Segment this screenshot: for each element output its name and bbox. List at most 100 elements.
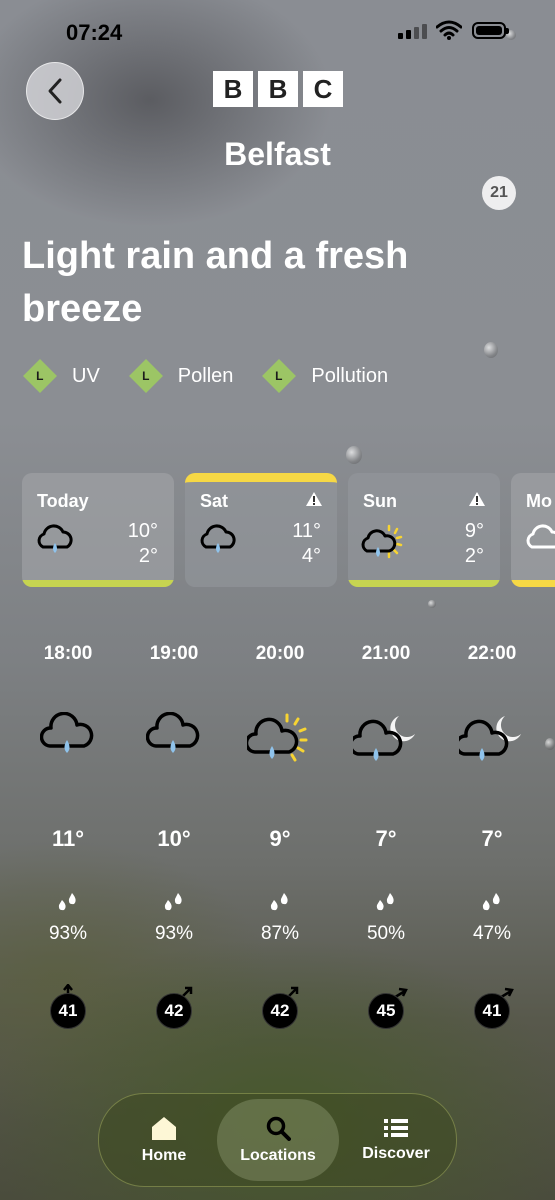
level-bar [511, 580, 555, 587]
wind-speed-badge: 45 [368, 987, 408, 1029]
cloud-icon [524, 523, 555, 562]
logo-letter: C [303, 71, 343, 107]
hour-temp: 7° [481, 826, 503, 851]
raindrops-icon [162, 892, 186, 919]
rain-chance: 93% [48, 923, 88, 944]
search-icon [266, 1116, 291, 1141]
raindrops-icon [374, 892, 398, 919]
bottom-navigation: Home Locations Discover [98, 1093, 457, 1187]
day-high-temp: 11° [292, 520, 321, 542]
level-diamond-icon: L [262, 359, 297, 393]
light-rain-cloud-icon [134, 712, 214, 768]
hour-column[interactable]: 22:00 7° 47% 41 [439, 640, 545, 1029]
level-label: UV [72, 364, 100, 387]
light-rain-cloud-icon [198, 523, 238, 562]
notification-badge: 21 [482, 176, 516, 210]
night-light-rain-icon [452, 712, 532, 768]
wind-speed-badge: 42 [156, 986, 193, 1029]
nav-home[interactable]: Home [121, 1099, 207, 1181]
nav-label: Discover [362, 1145, 430, 1162]
uv-level-bar [348, 580, 500, 587]
uv-level[interactable]: L UV [22, 359, 100, 393]
home-icon [152, 1117, 176, 1140]
nav-locations[interactable]: Locations [217, 1099, 339, 1181]
night-light-rain-icon [346, 712, 426, 768]
daily-forecast-strip[interactable]: Today 10° 2° Sat 11° 4° Sun 9° 2° Mo [22, 473, 555, 587]
level-letter: L [36, 369, 44, 383]
raindrop-decoration [346, 446, 362, 464]
hour-temp: 11° [51, 826, 85, 851]
hour-column[interactable]: 18:00 11° 93% 41 [15, 640, 121, 1029]
wind-speed: 41 [50, 993, 86, 1029]
weather-summary: Light rain and a fresh breeze [22, 235, 409, 330]
day-label: Mo [526, 491, 552, 511]
warning-icon [305, 491, 323, 512]
list-icon [384, 1119, 408, 1137]
back-button[interactable] [26, 62, 84, 120]
day-card-sat[interactable]: Sat 11° 4° [185, 473, 337, 587]
nav-discover[interactable]: Discover [351, 1099, 441, 1181]
day-card-mon[interactable]: Mo [511, 473, 555, 587]
hour-temp: 10° [157, 826, 191, 851]
wifi-icon [435, 20, 463, 45]
bbc-logo: B B C [213, 71, 343, 107]
light-rain-cloud-icon [35, 523, 75, 562]
day-label: Sun [363, 491, 397, 511]
level-letter: L [142, 369, 150, 383]
hour-time: 19:00 [149, 643, 199, 664]
raindrops-icon [268, 892, 292, 919]
wind-speed-badge: 42 [262, 986, 299, 1029]
level-label: Pollution [311, 364, 389, 387]
status-time: 07:24 [66, 20, 123, 45]
day-high-temp: 9° [464, 520, 484, 542]
chevron-left-icon [48, 78, 62, 104]
level-diamond-icon: L [128, 359, 163, 393]
wind-speed: 41 [474, 993, 510, 1029]
sunny-intervals-light-rain-icon [361, 523, 405, 568]
rain-chance: 93% [154, 923, 194, 944]
day-card-today[interactable]: Today 10° 2° [22, 473, 174, 587]
day-low-temp: 2° [138, 545, 158, 567]
rain-chance: 50% [366, 923, 406, 944]
day-label: Sat [200, 491, 229, 511]
pollen-level[interactable]: L Pollen [128, 359, 234, 393]
wind-speed: 42 [156, 993, 192, 1029]
day-high-temp: 10° [127, 520, 158, 542]
day-low-temp: 4° [301, 545, 321, 567]
raindrop-decoration [428, 600, 436, 608]
hour-temp: 7° [375, 826, 397, 851]
battery-icon [472, 22, 509, 39]
level-letter: L [275, 369, 284, 383]
level-diamond-icon: L [23, 359, 57, 393]
location-title: Belfast [224, 136, 331, 172]
hour-time: 21:00 [361, 643, 411, 664]
hour-time: 20:00 [255, 643, 305, 664]
raindrops-icon [56, 892, 80, 919]
wind-speed-badge: 41 [474, 987, 514, 1029]
wind-speed: 45 [368, 993, 404, 1029]
day-card-sun[interactable]: Sun 9° 2° [348, 473, 500, 587]
environment-levels: L UV L Pollen L Pollution [22, 359, 416, 393]
wind-speed: 42 [262, 993, 298, 1029]
day-low-temp: 2° [464, 545, 484, 567]
light-rain-cloud-icon [28, 712, 108, 768]
warning-icon [468, 491, 486, 512]
logo-letter: B [213, 71, 253, 107]
hour-column[interactable]: 21:00 7° 50% 45 [333, 640, 439, 1029]
wind-speed-badge: 41 [50, 984, 86, 1029]
hour-column[interactable]: 20:00 9° 87% 42 [227, 640, 333, 1029]
pollution-level[interactable]: L Pollution [261, 359, 389, 393]
hourly-forecast[interactable]: 18:00 11° 93% 41 19:00 10° 93% 42 20:00 [15, 640, 545, 1029]
level-label: Pollen [177, 364, 234, 387]
uv-level-bar [22, 580, 174, 587]
hour-column[interactable]: 19:00 10° 93% 42 [121, 640, 227, 1029]
logo-letter: B [258, 71, 298, 107]
day-label: Today [37, 491, 89, 511]
nav-label: Locations [240, 1147, 316, 1164]
hour-time: 22:00 [467, 643, 517, 664]
status-bar: 07:24 [0, 0, 555, 66]
hour-time: 18:00 [43, 643, 93, 664]
rain-chance: 87% [260, 923, 300, 944]
hour-temp: 9° [269, 826, 291, 851]
cellular-signal-icon [398, 24, 427, 39]
